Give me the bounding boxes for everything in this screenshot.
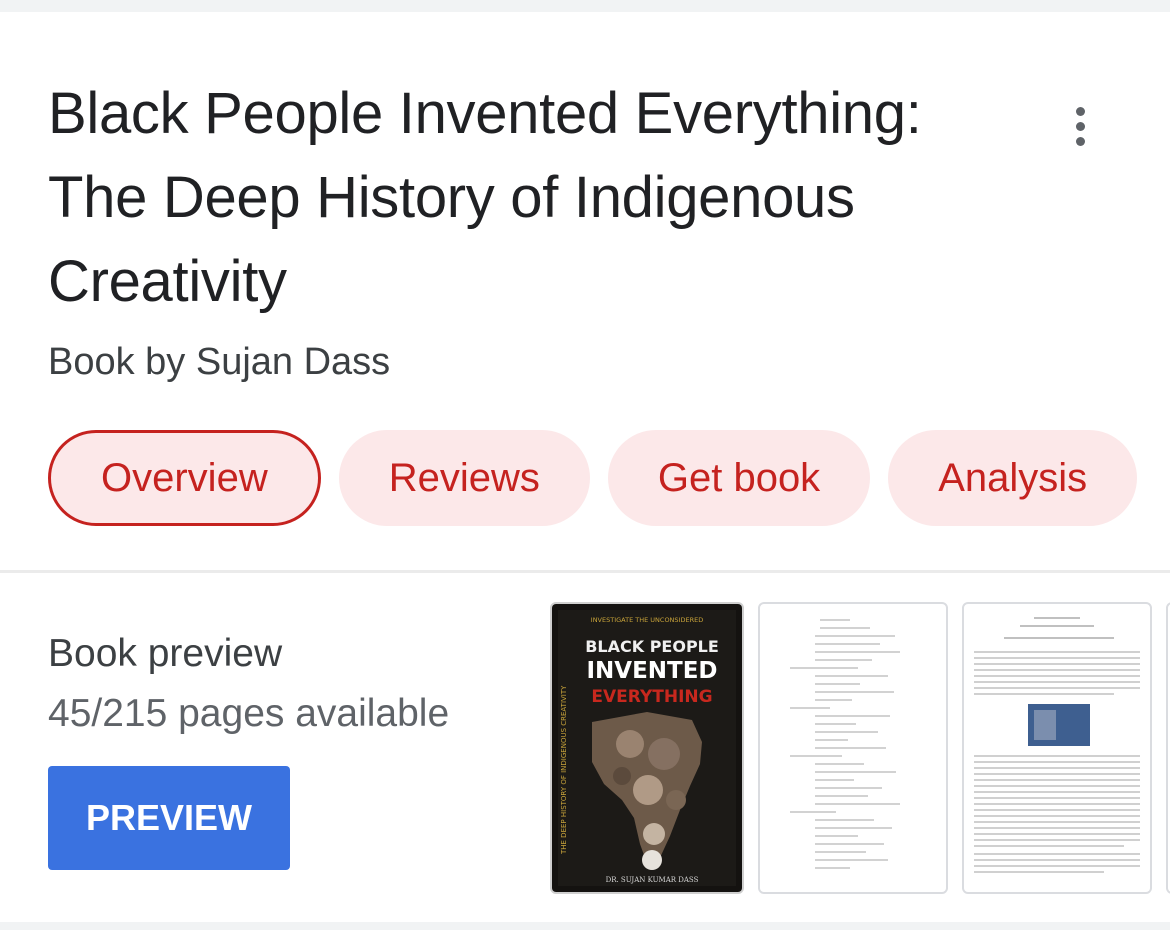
tab-overview[interactable]: Overview [48, 430, 321, 526]
cover-author: DR. SUJAN KUMAR DASS [606, 876, 699, 884]
book-title: Black People Invented Everything: The De… [48, 81, 922, 314]
page-thumbnail-next[interactable] [1166, 602, 1170, 894]
text-page-image [974, 617, 1140, 873]
section-divider [0, 570, 1170, 573]
page-thumbnails: INVESTIGATE THE UNCONSIDERED BLACK PEOPL… [550, 602, 1170, 894]
page-thumbnail-contents[interactable] [758, 602, 948, 894]
contents-page-image [790, 619, 900, 869]
top-separator [0, 0, 1170, 12]
dot [1075, 121, 1085, 131]
book-cover-thumbnail[interactable]: INVESTIGATE THE UNCONSIDERED BLACK PEOPL… [550, 602, 744, 894]
dot [1075, 106, 1085, 116]
cover-line-3: EVERYTHING [591, 687, 712, 707]
book-subtitle: Book by Sujan Dass [48, 341, 391, 383]
more-options-icon[interactable] [1056, 102, 1104, 150]
page-thumbnail-text[interactable] [962, 602, 1152, 894]
cover-line-2: INVENTED [586, 658, 717, 684]
cover-spine-text: THE DEEP HISTORY OF INDIGENOUS CREATIVIT… [560, 685, 568, 855]
dot [1075, 136, 1085, 146]
tab-bar: Overview Reviews Get book Analysis [48, 430, 1138, 526]
tab-reviews[interactable]: Reviews [338, 430, 590, 526]
cover-line-1: BLACK PEOPLE [585, 637, 719, 656]
pages-available: 45/215 pages available [48, 692, 450, 735]
tab-analysis[interactable]: Analysis [888, 430, 1138, 526]
cover-top-text: INVESTIGATE THE UNCONSIDERED [591, 616, 703, 624]
bottom-separator [0, 922, 1170, 930]
book-preview-heading: Book preview [48, 632, 283, 675]
book-cover-image: INVESTIGATE THE UNCONSIDERED BLACK PEOPL… [552, 604, 742, 892]
preview-button[interactable]: PREVIEW [48, 766, 290, 870]
tab-get-book[interactable]: Get book [607, 430, 871, 526]
